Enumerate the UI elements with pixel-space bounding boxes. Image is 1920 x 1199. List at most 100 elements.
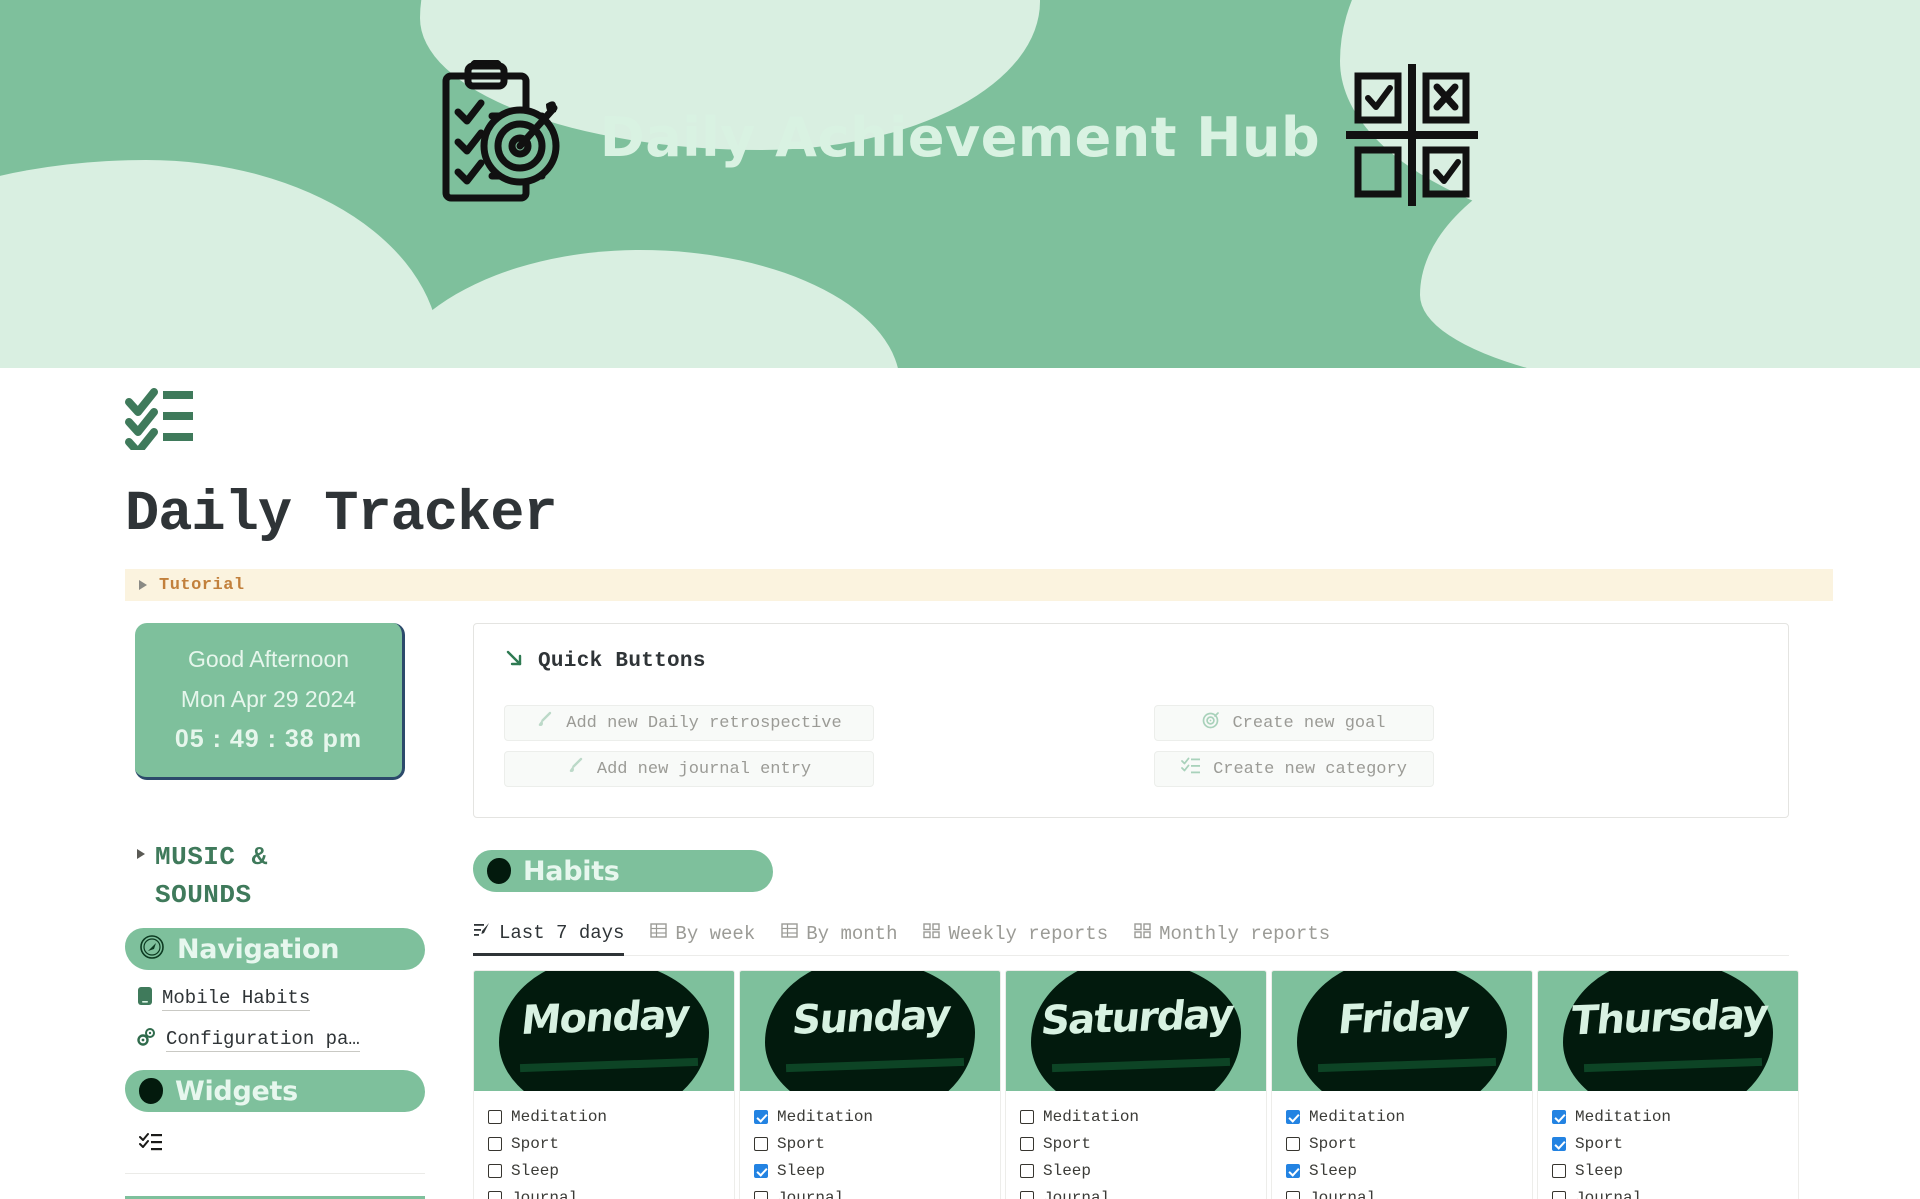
habit-label: Meditation	[777, 1107, 874, 1126]
habit-row: Sleep	[474, 1157, 734, 1184]
habit-checkbox[interactable]	[1020, 1136, 1034, 1151]
widgets-banner: Widgets	[125, 1070, 425, 1112]
habit-checkbox[interactable]	[488, 1163, 502, 1178]
habit-label: Journal	[1309, 1188, 1377, 1199]
page-cover-banner: Daily Achievement Hub	[0, 0, 1920, 368]
target-icon	[1202, 711, 1220, 735]
sidebar-item-configuration-page[interactable]: Configuration pa…	[137, 1027, 425, 1052]
greeting-date: Mon Apr 29 2024	[180, 686, 357, 712]
sidebar-divider	[125, 1173, 425, 1174]
day-card-cover: Saturday	[1006, 971, 1266, 1091]
habit-checkbox[interactable]	[754, 1136, 768, 1151]
music-sounds-label: MUSIC & SOUNDS	[155, 842, 268, 910]
habits-banner: Habits	[473, 850, 773, 892]
day-card-cover: Thursday	[1538, 971, 1798, 1091]
habit-checkbox[interactable]	[1286, 1109, 1300, 1124]
habit-row: Meditation	[1538, 1103, 1798, 1130]
habit-checkbox[interactable]	[1552, 1163, 1566, 1178]
gears-icon	[137, 1027, 157, 1052]
habit-checkbox[interactable]	[488, 1190, 502, 1199]
habit-checkbox[interactable]	[1286, 1163, 1300, 1178]
habit-label: Sleep	[1309, 1161, 1358, 1180]
sidebar-item-mobile-habits[interactable]: Mobile Habits	[137, 986, 425, 1011]
day-card-habit-list: Meditation Sport Sleep Journal	[740, 1091, 1000, 1199]
habit-checkbox[interactable]	[1552, 1136, 1566, 1151]
habit-row: Sleep	[1272, 1157, 1532, 1184]
habit-checkbox[interactable]	[1286, 1190, 1300, 1199]
habit-checkbox[interactable]	[1020, 1163, 1034, 1178]
habit-label: Meditation	[511, 1107, 608, 1126]
habit-checkbox[interactable]	[1020, 1109, 1034, 1124]
greeting-card: Good Afternoon Mon Apr 29 2024 05 : 49 :…	[135, 623, 405, 780]
habit-label: Meditation	[1309, 1107, 1406, 1126]
tab-by-month[interactable]: By month	[781, 922, 909, 955]
tab-last-7-days[interactable]: Last 7 days	[473, 921, 636, 956]
day-card-habit-list: Meditation Sport Sleep Journal	[1006, 1091, 1266, 1199]
page-checklist-icon[interactable]	[125, 388, 1920, 456]
habit-checkbox[interactable]	[1552, 1109, 1566, 1124]
greeting-salutation: Good Afternoon	[187, 646, 350, 672]
compass-icon	[139, 934, 165, 965]
left-sidebar-column: Good Afternoon Mon Apr 29 2024 05 : 49 :…	[125, 623, 425, 1199]
sidebar-item-label: Mobile Habits	[162, 986, 311, 1011]
habit-row: Meditation	[1272, 1103, 1532, 1130]
habit-row: Sleep	[740, 1157, 1000, 1184]
habit-row: Journal	[1538, 1184, 1798, 1199]
add-journal-entry-button[interactable]: Add new journal entry	[504, 751, 874, 787]
table-icon	[781, 922, 798, 945]
habit-label: Sport	[511, 1134, 560, 1153]
habit-checkbox[interactable]	[488, 1136, 502, 1151]
quick-button-label: Add new journal entry	[596, 759, 812, 779]
habit-row: Sport	[1272, 1130, 1532, 1157]
tab-monthly-reports[interactable]: Monthly reports	[1134, 922, 1342, 955]
habit-checkbox[interactable]	[488, 1109, 502, 1124]
habit-label: Meditation	[1043, 1107, 1140, 1126]
widgets-label: Widgets	[175, 1075, 298, 1107]
habit-checkbox[interactable]	[1552, 1190, 1566, 1199]
habit-row: Meditation	[474, 1103, 734, 1130]
day-name-label: Monday	[518, 991, 691, 1045]
habit-label: Sport	[1575, 1134, 1624, 1153]
tab-label: Weekly reports	[948, 922, 1109, 945]
day-name-label: Friday	[1335, 992, 1471, 1044]
main-columns: Good Afternoon Mon Apr 29 2024 05 : 49 :…	[0, 623, 1920, 1199]
create-new-category-button[interactable]: Create new category	[1154, 751, 1434, 787]
tab-label: By month	[806, 922, 898, 945]
habits-view-tabs: Last 7 days By week By month Weekly repo…	[473, 914, 1789, 956]
habit-checkbox[interactable]	[754, 1163, 768, 1178]
habit-label: Sleep	[777, 1161, 826, 1180]
add-daily-retrospective-button[interactable]: Add new Daily retrospective	[504, 705, 874, 741]
clipboard-target-icon	[438, 56, 578, 215]
paintbrush-icon	[567, 757, 585, 781]
day-card-cover: Sunday	[740, 971, 1000, 1091]
habit-row: Sport	[740, 1130, 1000, 1157]
tab-label: By week	[675, 922, 756, 945]
music-sounds-toggle[interactable]: MUSIC & SOUNDS	[137, 838, 425, 914]
habit-checkbox[interactable]	[754, 1109, 768, 1124]
habits-label: Habits	[523, 855, 620, 887]
quick-buttons-left-col: Add new Daily retrospective Add new jour…	[504, 705, 1154, 787]
create-new-goal-button[interactable]: Create new goal	[1154, 705, 1434, 741]
dark-circle-icon	[139, 1078, 163, 1104]
tab-by-week[interactable]: By week	[650, 922, 767, 955]
habit-checkbox[interactable]	[1286, 1136, 1300, 1151]
tab-label: Last 7 days	[499, 922, 625, 944]
tab-weekly-reports[interactable]: Weekly reports	[923, 922, 1120, 955]
habit-label: Sport	[1309, 1134, 1358, 1153]
habit-row: Journal	[1006, 1184, 1266, 1199]
checklist-icon	[1181, 757, 1201, 781]
habit-checkbox[interactable]	[754, 1190, 768, 1199]
paintbrush-icon	[536, 711, 554, 735]
quick-buttons-title: Quick Buttons	[538, 650, 706, 673]
page-body: Daily Tracker Tutorial Good Afternoon Mo…	[0, 388, 1920, 1199]
habit-label: Journal	[511, 1188, 579, 1199]
tutorial-toggle[interactable]: Tutorial	[125, 569, 1833, 601]
habit-checkbox[interactable]	[1020, 1190, 1034, 1199]
quick-buttons-grid: Add new Daily retrospective Add new jour…	[504, 705, 1758, 787]
tab-label: Monthly reports	[1159, 922, 1331, 945]
widget-checklist-icon[interactable]	[139, 1132, 425, 1157]
tutorial-label: Tutorial	[159, 575, 245, 595]
habit-row: Meditation	[740, 1103, 1000, 1130]
habit-row: Journal	[474, 1184, 734, 1199]
day-name-label: Sunday	[789, 992, 952, 1044]
